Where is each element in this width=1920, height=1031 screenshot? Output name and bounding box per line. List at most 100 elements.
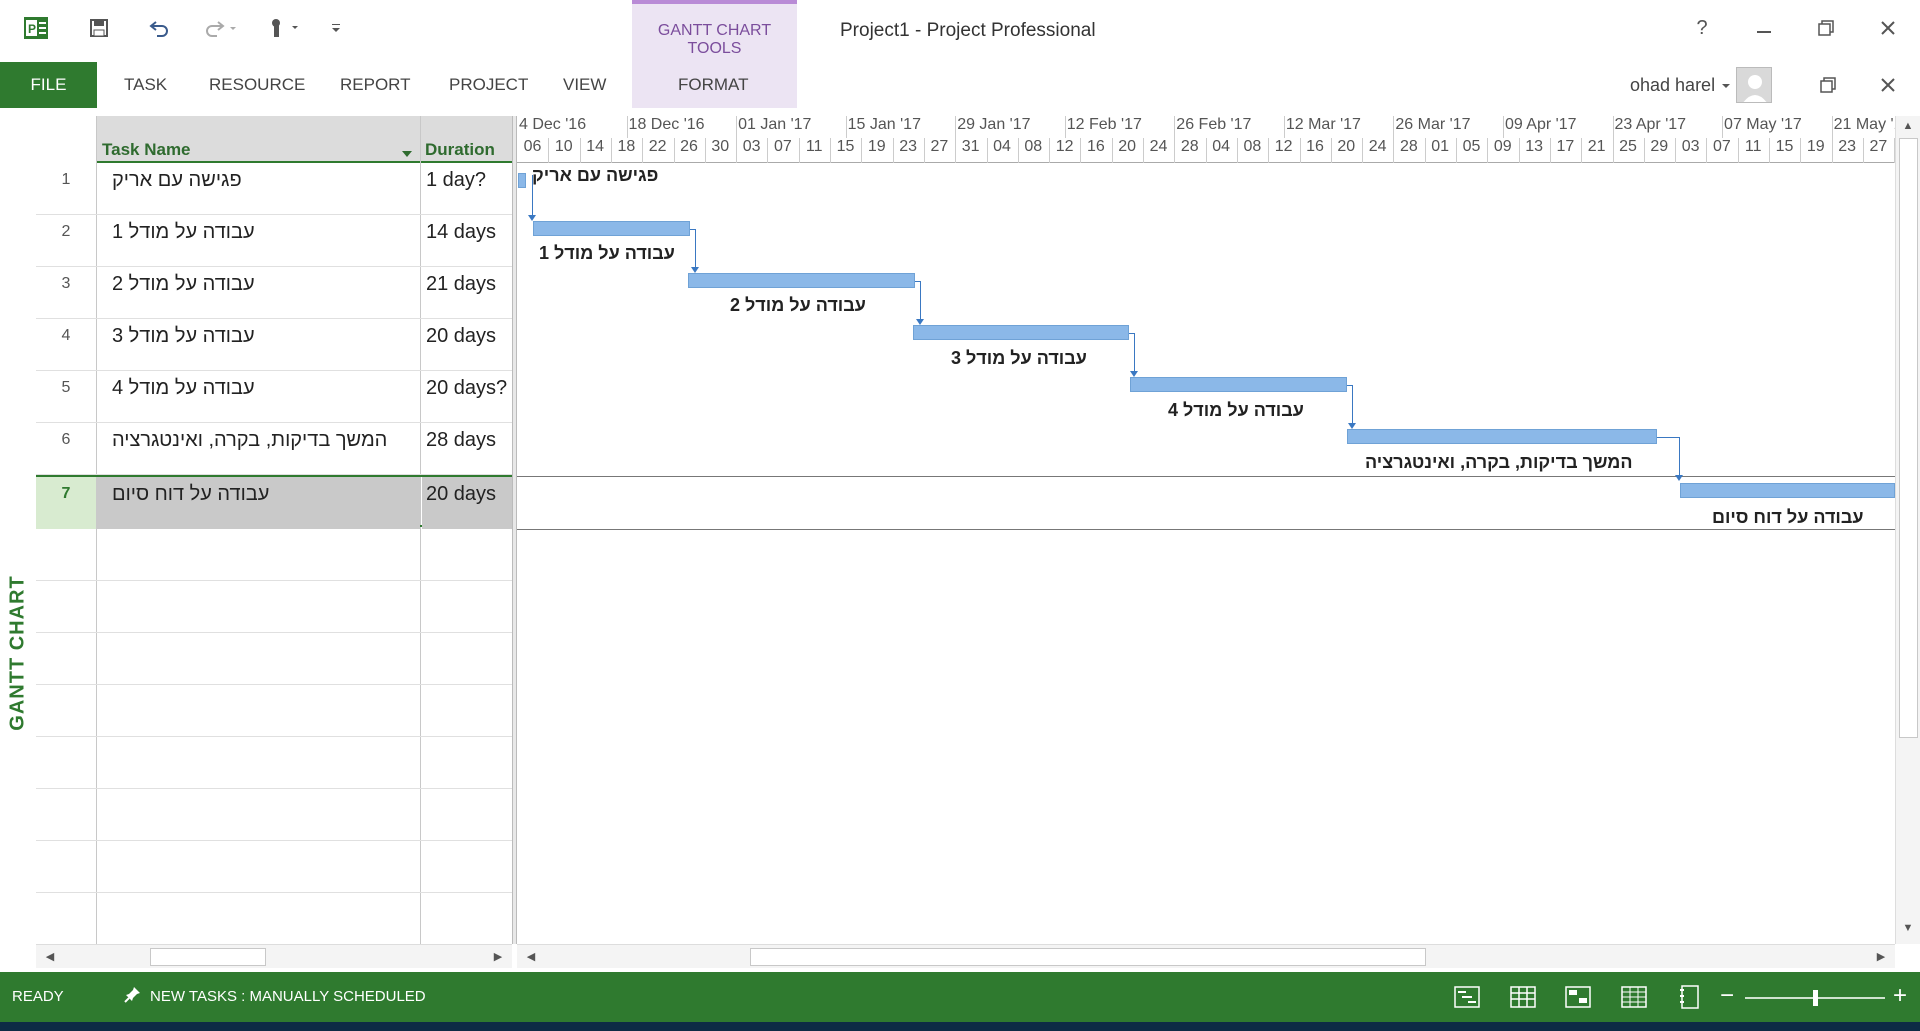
team-planner-view-icon[interactable] (1563, 982, 1593, 1012)
restore-window-icon[interactable] (1806, 12, 1846, 44)
table-horizontal-scrollbar[interactable]: ◀ ▶ (36, 944, 512, 968)
table-row[interactable]: 3 עבודה על מודל 2 21 days (36, 267, 512, 319)
table-row[interactable] (36, 685, 512, 737)
customize-qat-icon[interactable] (326, 10, 346, 46)
task-name-cell[interactable]: פגישה עם אריק (96, 169, 396, 192)
duration-cell[interactable]: 28 days (422, 423, 512, 475)
zoom-slider-thumb[interactable] (1813, 990, 1818, 1006)
status-new-tasks-mode[interactable]: NEW TASKS : MANUALLY SCHEDULED (150, 988, 426, 1005)
zoom-out-button[interactable]: − (1720, 982, 1734, 1010)
timescale-minor-label: 23 (1838, 138, 1856, 155)
duration-cell[interactable]: 14 days (422, 215, 512, 267)
gantt-bar-label: עבודה על מודל 1 (539, 243, 675, 263)
project-logo-icon[interactable]: P (22, 14, 50, 42)
timescale-minor-label: 28 (1180, 138, 1199, 155)
scroll-right-icon[interactable]: ▶ (488, 950, 508, 963)
duration-cell[interactable]: 20 days? (422, 371, 512, 423)
table-row[interactable] (36, 529, 512, 581)
scroll-right-icon[interactable]: ▶ (1871, 950, 1891, 963)
report-view-icon[interactable] (1675, 982, 1705, 1012)
timescale-minor-tick (1049, 138, 1051, 163)
user-name: ohad harel (1630, 74, 1716, 95)
avatar[interactable] (1736, 67, 1772, 103)
redo-icon[interactable] (200, 10, 244, 46)
gantt-bar[interactable] (1347, 429, 1657, 444)
vertical-scroll-thumb[interactable] (1899, 138, 1918, 738)
timescale-minor-label: 11 (1744, 138, 1762, 155)
table-row[interactable]: 2 עבודה על מודל 1 14 days (36, 215, 512, 267)
duration-cell[interactable]: 1 day? (422, 163, 512, 215)
gantt-view-icon[interactable] (1452, 982, 1482, 1012)
timescale[interactable]: 4 Dec '16 18 Dec '16 01 Jan '17 15 Jan '17 2… (517, 116, 1914, 163)
task-name-cell[interactable]: עבודה על מודל 4 (96, 377, 396, 400)
task-name-cell[interactable]: עבודה על מודל 1 (96, 221, 396, 244)
timescale-minor-tick (704, 138, 706, 163)
chart-horizontal-scrollbar[interactable]: ◀ ▶ (517, 944, 1895, 968)
gantt-bar[interactable] (913, 325, 1129, 340)
zoom-in-button[interactable]: + (1893, 982, 1907, 1010)
task-name-cell[interactable]: עבודה על מודל 3 (96, 325, 396, 348)
tab-resource[interactable]: RESOURCE (209, 62, 305, 108)
gantt-bar[interactable] (1680, 483, 1895, 498)
filter-dropdown-icon[interactable] (401, 146, 413, 164)
scroll-down-icon[interactable]: ▼ (1898, 922, 1918, 934)
chart-scroll-thumb[interactable] (750, 948, 1426, 966)
task-usage-view-icon[interactable] (1508, 982, 1538, 1012)
close-document-icon[interactable] (1868, 70, 1908, 100)
table-row[interactable]: 5 עבודה על מודל 4 20 days? (36, 371, 512, 423)
undo-icon[interactable] (144, 10, 174, 46)
timescale-minor-tick (1424, 138, 1426, 163)
save-icon[interactable] (84, 10, 114, 46)
timescale-major-tick (626, 116, 628, 138)
gantt-bar[interactable] (533, 221, 690, 236)
table-row[interactable] (36, 737, 512, 789)
touch-mode-icon[interactable] (262, 10, 306, 46)
close-window-icon[interactable] (1868, 12, 1908, 44)
gantt-bar[interactable] (1130, 377, 1347, 392)
table-row[interactable] (36, 581, 512, 633)
tab-project[interactable]: PROJECT (449, 62, 528, 108)
tab-format[interactable]: FORMAT (678, 62, 749, 108)
task-name-cell[interactable]: המשך בדיקות, בקרה, ואינטגרציה (96, 429, 396, 452)
view-bar[interactable]: GANTT CHART (0, 108, 36, 968)
scroll-up-icon[interactable]: ▲ (1898, 120, 1918, 132)
table-row[interactable]: 6 המשך בדיקות, בקרה, ואינטגרציה 28 days (36, 423, 512, 475)
user-account[interactable]: ohad harel (1630, 62, 1731, 108)
gantt-chart[interactable]: פגישה עם אריק עבודה על מודל 1 עבודה על מ… (517, 163, 1895, 944)
column-header-duration[interactable]: Duration (425, 140, 495, 160)
duration-cell[interactable]: 20 days (422, 477, 512, 529)
tab-file[interactable]: FILE (0, 62, 97, 108)
minimize-button[interactable] (1744, 12, 1784, 44)
duration-cell[interactable]: 21 days (422, 267, 512, 319)
gantt-bar[interactable] (518, 173, 526, 188)
table-row[interactable]: 1 פגישה עם אריק 1 day? (36, 163, 512, 215)
tab-report[interactable]: REPORT (340, 62, 411, 108)
timescale-minor-tick (1143, 138, 1144, 163)
timescale-minor-tick (736, 138, 738, 163)
task-name-cell[interactable]: עבודה על דוח סיום (96, 483, 396, 506)
table-row-selected[interactable]: 7 עבודה על דוח סיום 20 days (36, 475, 512, 529)
resource-sheet-view-icon[interactable] (1619, 982, 1649, 1012)
timescale-major-tick (1283, 116, 1285, 138)
task-name-cell[interactable]: עבודה על מודל 2 (96, 273, 396, 296)
vertical-scrollbar[interactable]: ▲ ▼ (1895, 116, 1920, 944)
scroll-left-icon[interactable]: ◀ (40, 950, 60, 963)
gantt-bar[interactable] (688, 273, 915, 288)
dependency-link (532, 175, 533, 217)
column-header-task-name[interactable]: Task Name (102, 140, 191, 160)
table-row[interactable] (36, 789, 512, 841)
table-row[interactable]: 4 עבודה על מודל 3 20 days (36, 319, 512, 371)
table-row[interactable] (36, 633, 512, 685)
scroll-left-icon[interactable]: ◀ (521, 950, 541, 963)
table-scroll-thumb[interactable] (150, 948, 266, 966)
tab-view[interactable]: VIEW (563, 62, 606, 108)
restore-ribbon-icon[interactable] (1808, 70, 1848, 100)
table-row[interactable] (36, 841, 512, 893)
timescale-minor-tick (986, 138, 988, 163)
duration-cell[interactable]: 20 days (422, 319, 512, 371)
tab-task[interactable]: TASK (124, 62, 167, 108)
timescale-minor-tick (1205, 138, 1207, 163)
help-button[interactable]: ? (1682, 12, 1722, 44)
timescale-minor-label: 10 (554, 138, 573, 155)
timescale-minor-label: 20 (1118, 138, 1137, 155)
